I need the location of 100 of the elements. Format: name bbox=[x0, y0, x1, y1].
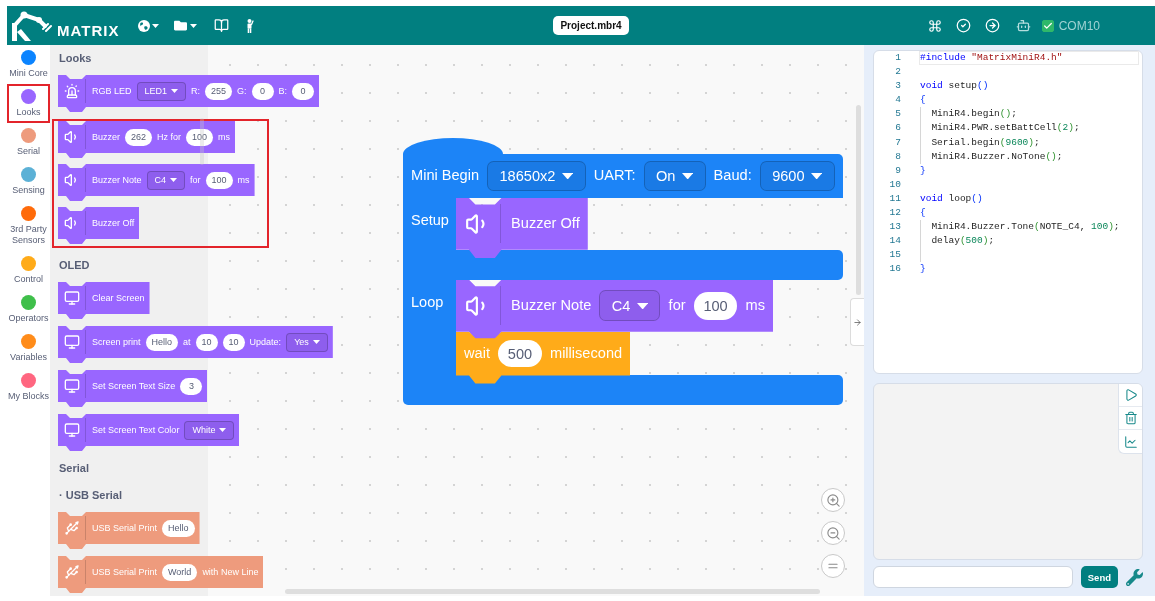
check-circle-icon[interactable] bbox=[955, 18, 971, 33]
block-label: Mini Begin bbox=[411, 167, 480, 185]
value-field[interactable]: Hello bbox=[145, 333, 179, 351]
program-block[interactable]: Set Screen Text Color White bbox=[58, 414, 240, 451]
c-block-arm[interactable] bbox=[403, 375, 843, 406]
value-field[interactable]: 10 bbox=[222, 333, 245, 351]
slot-label: Loop bbox=[411, 293, 444, 310]
caret-icon bbox=[170, 178, 178, 182]
block-label: USB Serial Print bbox=[92, 566, 158, 578]
category-button[interactable]: Sensing bbox=[7, 162, 50, 201]
block-label: R: bbox=[191, 85, 201, 97]
dropdown[interactable]: C4 bbox=[146, 170, 186, 190]
dropdown[interactable]: 9600 bbox=[759, 160, 835, 192]
check-icon bbox=[1042, 20, 1053, 31]
value-field[interactable]: 3 bbox=[180, 377, 203, 395]
category-button[interactable]: Serial bbox=[7, 123, 50, 162]
block-label: Buzzer Note bbox=[511, 297, 592, 315]
code-line: { bbox=[919, 93, 927, 108]
block-label: UART: bbox=[593, 167, 636, 185]
block-label: for bbox=[668, 297, 686, 315]
category-button[interactable]: Mini Core bbox=[7, 45, 50, 84]
category-button[interactable]: Looks bbox=[7, 84, 50, 123]
program-block[interactable]: Buzzer Note C4 for 100 ms bbox=[456, 279, 774, 340]
wrench-icon[interactable] bbox=[1126, 568, 1143, 586]
dropdown[interactable]: White bbox=[184, 420, 235, 440]
program-block[interactable]: RGB LED LED1 R: 255 G: 0 B: 0 bbox=[58, 75, 320, 112]
caret-icon bbox=[811, 172, 823, 180]
category-button[interactable]: 3rd Party Sensors bbox=[7, 201, 50, 251]
scrollbar-thumb[interactable] bbox=[856, 105, 861, 295]
category-button[interactable]: My Blocks bbox=[7, 368, 50, 407]
book-icon bbox=[214, 18, 230, 33]
program-block[interactable]: Set Screen Text Size 3 bbox=[58, 370, 208, 407]
file-menu-button[interactable] bbox=[174, 19, 198, 32]
dropdown[interactable]: On bbox=[643, 160, 706, 192]
value-field[interactable]: 100 bbox=[693, 292, 738, 320]
program-block[interactable]: Buzzer 262 Hz for 100 ms bbox=[58, 121, 236, 158]
language-menu-button[interactable] bbox=[138, 19, 160, 32]
reset-zoom-button[interactable] bbox=[821, 554, 845, 578]
line-number: 12 bbox=[888, 206, 901, 221]
robot-icon[interactable] bbox=[1015, 18, 1031, 33]
value-field[interactable]: 262 bbox=[125, 128, 153, 146]
port-label: COM10 bbox=[1058, 18, 1100, 33]
value-field[interactable]: 100 bbox=[205, 171, 233, 189]
caret-icon bbox=[561, 172, 574, 180]
zoom-out-button[interactable] bbox=[821, 521, 845, 545]
block-label: ms bbox=[745, 297, 765, 315]
code-editor[interactable] bbox=[873, 50, 1143, 374]
block-label: for bbox=[190, 174, 201, 186]
block-label: G: bbox=[237, 85, 247, 97]
value-field[interactable]: Hello bbox=[162, 519, 195, 537]
line-number: 16 bbox=[888, 262, 901, 277]
zoom-out-icon bbox=[825, 525, 841, 541]
arrow-right-circle-icon[interactable] bbox=[984, 18, 1000, 33]
send-button[interactable]: Send bbox=[1080, 566, 1118, 588]
monitor-icon bbox=[63, 290, 80, 306]
dropdown[interactable]: C4 bbox=[599, 290, 661, 322]
connection-checkbox[interactable] bbox=[1041, 19, 1054, 32]
c-block-side[interactable]: Loop bbox=[403, 279, 456, 376]
code-line: } bbox=[919, 163, 927, 178]
dropdown[interactable]: Yes bbox=[286, 332, 328, 352]
line-number: 3 bbox=[894, 79, 901, 94]
hat-block-header[interactable]: Mini Begin 18650x2 UART: On Baud: 9600 bbox=[403, 154, 843, 198]
value-field[interactable]: World bbox=[162, 563, 198, 581]
category-button[interactable]: Operators bbox=[7, 290, 50, 329]
alarm-light-icon bbox=[63, 83, 80, 99]
program-block[interactable]: Clear Screen bbox=[58, 282, 150, 319]
category-button[interactable]: Control bbox=[7, 251, 50, 290]
value-field[interactable]: 10 bbox=[195, 333, 218, 351]
block-label: millisecond bbox=[550, 344, 623, 363]
value-field[interactable]: 255 bbox=[205, 82, 233, 100]
line-number: 14 bbox=[888, 234, 901, 249]
book-button[interactable] bbox=[214, 18, 230, 33]
command-icon[interactable] bbox=[927, 18, 942, 33]
value-field[interactable]: 0 bbox=[251, 82, 274, 100]
logo-text: MATRIX bbox=[57, 23, 120, 38]
figure-button[interactable] bbox=[246, 18, 255, 33]
palette-heading: Serial bbox=[58, 461, 90, 476]
message-input[interactable] bbox=[873, 566, 1073, 588]
line-number: 7 bbox=[894, 135, 901, 150]
value-field[interactable]: 0 bbox=[292, 82, 315, 100]
value-field[interactable]: 100 bbox=[186, 128, 214, 146]
program-block[interactable]: Buzzer Note C4 for 100 ms bbox=[58, 164, 255, 201]
code-line: void loop() bbox=[919, 191, 984, 206]
zoom-in-button[interactable] bbox=[821, 488, 845, 512]
category-button[interactable]: Variables bbox=[7, 329, 50, 368]
line-chart-icon bbox=[1123, 434, 1138, 449]
c-block-side[interactable]: Setup bbox=[403, 198, 456, 250]
program-block[interactable]: USB Serial Print World with New Line bbox=[58, 556, 264, 593]
line-number: 13 bbox=[888, 220, 901, 235]
block-label: Buzzer Off bbox=[511, 215, 580, 233]
palette-heading: OLED bbox=[58, 258, 91, 273]
block-label: Clear Screen bbox=[92, 292, 145, 304]
program-block[interactable]: Buzzer Off bbox=[58, 207, 140, 244]
dropdown[interactable]: LED1 bbox=[136, 81, 187, 101]
program-block[interactable]: USB Serial Print Hello bbox=[58, 512, 200, 549]
dropdown[interactable]: 18650x2 bbox=[487, 160, 586, 192]
scrollbar-thumb[interactable] bbox=[285, 589, 820, 594]
program-block[interactable]: Screen print Hello at 10 10 Update: Yes bbox=[58, 326, 333, 363]
arrow-right-icon bbox=[853, 317, 862, 327]
value-field[interactable]: 500 bbox=[498, 339, 542, 368]
